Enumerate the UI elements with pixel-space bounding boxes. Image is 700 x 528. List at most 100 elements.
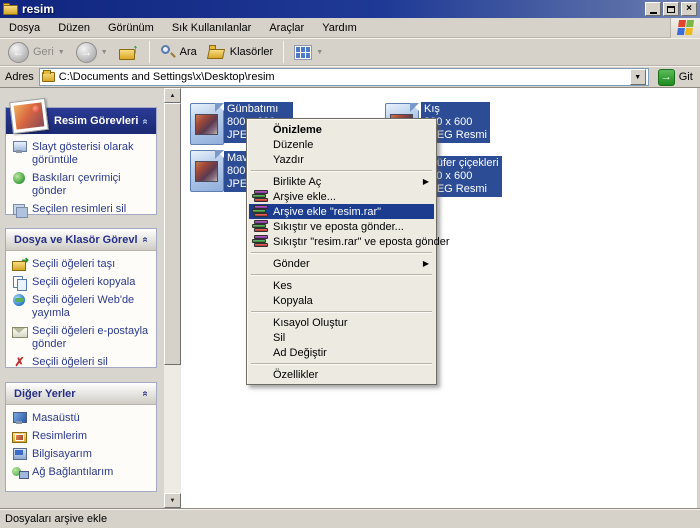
email-icon <box>12 325 27 338</box>
folder-icon <box>3 3 18 15</box>
windows-logo <box>670 18 700 38</box>
menu-item-compress-rar-and-email[interactable]: Sıkıştır "resim.rar" ve eposta gönder <box>249 234 434 249</box>
scroll-down-button[interactable]: ▼ <box>164 493 181 508</box>
copy-items-icon <box>12 276 27 289</box>
toolbar-separator <box>149 41 150 63</box>
menu-item-edit[interactable]: Düzenle <box>249 137 434 152</box>
sidebar-scrollbar[interactable]: ▲ ▼ <box>164 88 181 508</box>
views-icon <box>294 45 312 60</box>
title-bar: resim × <box>0 0 700 18</box>
back-dropdown-icon[interactable]: ▼ <box>58 49 65 56</box>
file-name: Kış <box>424 103 487 116</box>
menu-separator <box>251 252 432 253</box>
maximize-button[interactable] <box>663 2 679 16</box>
task-delete-items[interactable]: ✗ Seçili öğeleri sil <box>12 356 152 369</box>
minimize-icon <box>650 12 657 14</box>
collapse-chevron-icon[interactable]: « <box>140 237 151 243</box>
menu-item-print[interactable]: Yazdır <box>249 152 434 167</box>
close-button[interactable]: × <box>681 2 697 16</box>
menu-item-cut[interactable]: Kes <box>249 278 434 293</box>
context-menu: Önizleme Düzenle Yazdır Birlikte Aç▶ Arş… <box>246 118 437 385</box>
explorer-window: resim × Dosya Düzen Görünüm Sık Kullanıl… <box>0 0 700 528</box>
task-order-prints[interactable]: Baskıları çevrimiçi gönder <box>12 172 152 198</box>
back-icon: ← <box>8 42 29 63</box>
back-button[interactable]: ← Geri ▼ <box>4 40 69 65</box>
picture-tasks-header[interactable]: Resim Görevleri « <box>6 108 156 134</box>
place-my-computer[interactable]: Bilgisayarım <box>12 448 152 461</box>
picture-tasks-icon <box>9 98 49 134</box>
menu-item-create-shortcut[interactable]: Kısayol Oluştur <box>249 315 434 330</box>
go-arrow-icon: → <box>658 69 675 86</box>
menu-item-compress-and-email[interactable]: Sıkıştır ve eposta gönder... <box>249 219 434 234</box>
menu-separator <box>251 311 432 312</box>
task-move-items[interactable]: Seçili öğeleri taşı <box>12 258 152 271</box>
task-publish-web[interactable]: Seçili öğeleri Web'de yayımla <box>12 294 152 320</box>
jpeg-file-icon <box>190 150 224 192</box>
task-pane: Resim Görevleri « Slayt gösterisi olarak… <box>0 88 164 508</box>
desktop-icon <box>12 412 27 425</box>
file-name: Günbatımı <box>227 103 290 116</box>
close-icon: × <box>686 4 692 14</box>
address-label: Adres <box>3 71 39 83</box>
other-places-header[interactable]: Diğer Yerler « <box>6 383 156 405</box>
menu-item-preview[interactable]: Önizleme <box>249 122 434 137</box>
menu-help[interactable]: Yardım <box>313 19 366 37</box>
menu-view[interactable]: Görünüm <box>99 19 163 37</box>
scroll-up-button[interactable]: ▲ <box>164 88 181 103</box>
menu-tools[interactable]: Araçlar <box>260 19 313 37</box>
forward-icon: → <box>76 42 97 63</box>
menu-item-rename[interactable]: Ad Değiştir <box>249 345 434 360</box>
submenu-arrow-icon: ▶ <box>423 177 429 186</box>
go-button[interactable]: → Git <box>655 68 696 87</box>
jpeg-file-icon <box>190 103 224 145</box>
menu-item-properties[interactable]: Özellikler <box>249 367 434 382</box>
delete-icon: ✗ <box>12 356 27 369</box>
menu-item-open-with[interactable]: Birlikte Aç▶ <box>249 174 434 189</box>
menu-item-copy[interactable]: Kopyala <box>249 293 434 308</box>
collapse-chevron-icon[interactable]: « <box>140 118 151 124</box>
menu-item-delete[interactable]: Sil <box>249 330 434 345</box>
place-desktop[interactable]: Masaüstü <box>12 412 152 425</box>
menu-item-send-to[interactable]: Gönder▶ <box>249 256 434 271</box>
search-button[interactable]: Ara <box>156 42 201 62</box>
task-delete-pictures[interactable]: Seçilen resimleri sil <box>12 203 152 216</box>
views-button[interactable]: ▼ <box>290 43 327 62</box>
menu-item-add-to-archive[interactable]: Arşive ekle... <box>249 189 434 204</box>
menu-item-add-to-resim-rar[interactable]: Arşive ekle "resim.rar" <box>249 204 434 219</box>
file-folder-tasks-header[interactable]: Dosya ve Klasör Görevleri « <box>6 229 156 251</box>
address-folder-icon <box>42 72 55 82</box>
menu-edit[interactable]: Düzen <box>49 19 99 37</box>
task-email-items[interactable]: Seçili öğeleri e-postayla gönder <box>12 325 152 351</box>
up-folder-icon: ↑ <box>119 44 139 60</box>
menu-separator <box>251 274 432 275</box>
status-bar: Dosyaları arşive ekle <box>0 508 700 528</box>
toolbar: ← Geri ▼ → ▼ ↑ Ara Klasörler ▼ <box>0 38 700 66</box>
menu-favorites[interactable]: Sık Kullanılanlar <box>163 19 261 37</box>
forward-button[interactable]: → ▼ <box>72 40 112 65</box>
my-network-icon <box>12 466 27 479</box>
picture-tasks-panel: Resim Görevleri « Slayt gösterisi olarak… <box>5 107 157 215</box>
order-prints-icon <box>12 172 27 185</box>
address-input[interactable]: C:\Documents and Settings\x\Desktop\resi… <box>39 68 649 86</box>
slideshow-icon <box>12 141 27 154</box>
folders-button[interactable]: Klasörler <box>204 43 277 61</box>
winrar-icon <box>252 205 267 218</box>
place-my-pictures[interactable]: Resimlerim <box>12 430 152 443</box>
menu-file[interactable]: Dosya <box>0 19 49 37</box>
place-my-network[interactable]: Ağ Bağlantılarım <box>12 466 152 479</box>
minimize-button[interactable] <box>645 2 661 16</box>
move-items-icon <box>12 258 27 271</box>
toolbar-separator <box>283 41 284 63</box>
views-dropdown-icon[interactable]: ▼ <box>316 49 323 56</box>
submenu-arrow-icon: ▶ <box>423 259 429 268</box>
collapse-chevron-icon[interactable]: « <box>140 391 151 397</box>
task-copy-items[interactable]: Seçili öğeleri kopyala <box>12 276 152 289</box>
up-button[interactable]: ↑ <box>115 42 143 62</box>
forward-dropdown-icon[interactable]: ▼ <box>101 49 108 56</box>
folders-icon <box>208 45 226 59</box>
publish-web-icon <box>12 294 27 307</box>
scrollbar-thumb[interactable] <box>164 103 181 365</box>
window-title: resim <box>22 2 54 16</box>
task-view-slideshow[interactable]: Slayt gösterisi olarak görüntüle <box>12 141 152 167</box>
address-dropdown-button[interactable]: ▼ <box>630 69 646 85</box>
